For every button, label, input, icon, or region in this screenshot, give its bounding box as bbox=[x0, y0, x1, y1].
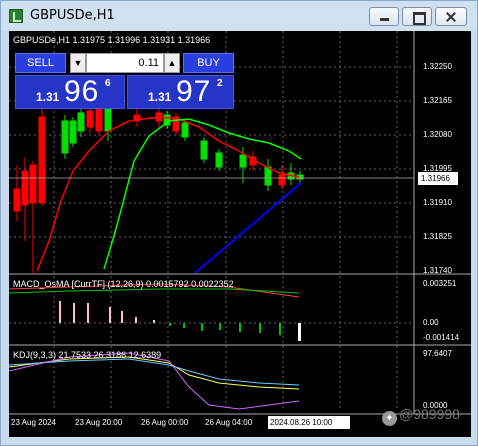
candle-bear bbox=[172, 113, 180, 135]
candle-bear bbox=[86, 105, 94, 133]
ask-price-button[interactable]: 1.31 97 2 bbox=[127, 75, 234, 109]
bid-price-button[interactable]: 1.31 96 6 bbox=[15, 75, 125, 109]
weibo-icon: ✦ bbox=[382, 411, 397, 426]
candle-bull bbox=[215, 149, 223, 171]
kdj-scale-tick: 97.6407 bbox=[423, 349, 452, 358]
bid-price-fraction: 6 bbox=[105, 78, 111, 89]
macd-indicator-label: MACD_OsMA [CurrTF] (12,26,9) 0.0015792 0… bbox=[13, 279, 234, 289]
candle-bear bbox=[13, 165, 21, 221]
minimize-button[interactable] bbox=[369, 7, 399, 26]
trend-line bbox=[194, 182, 302, 274]
candle-bear bbox=[133, 109, 141, 127]
ask-price-fraction: 2 bbox=[217, 78, 223, 89]
chart-app-icon bbox=[9, 9, 23, 23]
time-tick: 26 Aug 00:00 bbox=[141, 418, 189, 427]
crosshair-time-label: 2024.08.26 10:00 bbox=[268, 416, 350, 429]
time-tick: 23 Aug 2024 bbox=[11, 418, 56, 427]
candle-bear bbox=[21, 157, 29, 241]
time-tick: 23 Aug 20:00 bbox=[75, 418, 123, 427]
macd-histogram bbox=[59, 301, 301, 341]
candle-bear bbox=[38, 109, 46, 206]
time-tick: 26 Aug 04:00 bbox=[205, 418, 253, 427]
candle-bull bbox=[61, 115, 69, 159]
sell-button[interactable]: SELL bbox=[15, 53, 66, 73]
buy-button[interactable]: BUY bbox=[183, 53, 234, 73]
macd-main-line bbox=[9, 288, 300, 294]
kdj-d-line bbox=[9, 358, 300, 386]
candle-bull bbox=[163, 111, 171, 129]
lot-size-input[interactable]: 0.11 bbox=[86, 53, 164, 73]
bid-price-pips: 96 bbox=[64, 75, 100, 108]
macd-scale-tick: 0.003251 bbox=[423, 279, 457, 288]
macd-scale-tick: -0.001414 bbox=[423, 333, 460, 342]
maximize-button[interactable] bbox=[402, 7, 432, 26]
price-tick: 1.31825 bbox=[423, 232, 452, 241]
price-tick: 1.32080 bbox=[423, 130, 452, 139]
watermark-text: @989998 bbox=[399, 406, 460, 422]
symbol-info: GBPUSDe,H1 1.31975 1.31996 1.31931 1.319… bbox=[13, 35, 211, 45]
candles bbox=[13, 101, 304, 273]
one-click-trade-panel: SELL ▼ 0.11 ▲ BUY 1.31 96 6 1.31 97 2 bbox=[15, 53, 235, 109]
window-titlebar[interactable]: GBPUSDe,H1 bbox=[1, 1, 477, 31]
kdj-indicator-label: KDJ(9,3,3) 21.7533 26.3186 12.6389 bbox=[13, 350, 162, 360]
close-button[interactable] bbox=[435, 7, 467, 26]
lot-decrease-button[interactable]: ▼ bbox=[70, 53, 86, 73]
lot-increase-button[interactable]: ▲ bbox=[164, 53, 180, 73]
candle-bull bbox=[200, 137, 208, 163]
watermark: ✦ @989998 bbox=[382, 406, 460, 426]
candle-bull bbox=[287, 163, 295, 185]
candle-bull bbox=[69, 117, 77, 147]
current-price-label: 1.31966 bbox=[418, 172, 458, 185]
price-tick: 1.31740 bbox=[423, 266, 452, 275]
macd-scale-tick: 0.00 bbox=[423, 318, 439, 327]
chart-window: GBPUSDe,H1 GBPUSDe,H1 1.31975 1.31996 1.… bbox=[0, 0, 478, 446]
candle-bull bbox=[77, 107, 85, 137]
chart-canvas[interactable]: GBPUSDe,H1 1.31975 1.31996 1.31931 1.319… bbox=[9, 31, 471, 437]
window-title: GBPUSDe,H1 bbox=[30, 8, 115, 23]
ask-price-pips: 97 bbox=[176, 75, 212, 108]
price-tick: 1.32165 bbox=[423, 96, 452, 105]
candle-bull bbox=[264, 159, 272, 191]
price-tick: 1.31910 bbox=[423, 198, 452, 207]
bid-price-prefix: 1.31 bbox=[36, 90, 60, 104]
price-tick: 1.32250 bbox=[423, 62, 452, 71]
ask-price-prefix: 1.31 bbox=[148, 90, 172, 104]
